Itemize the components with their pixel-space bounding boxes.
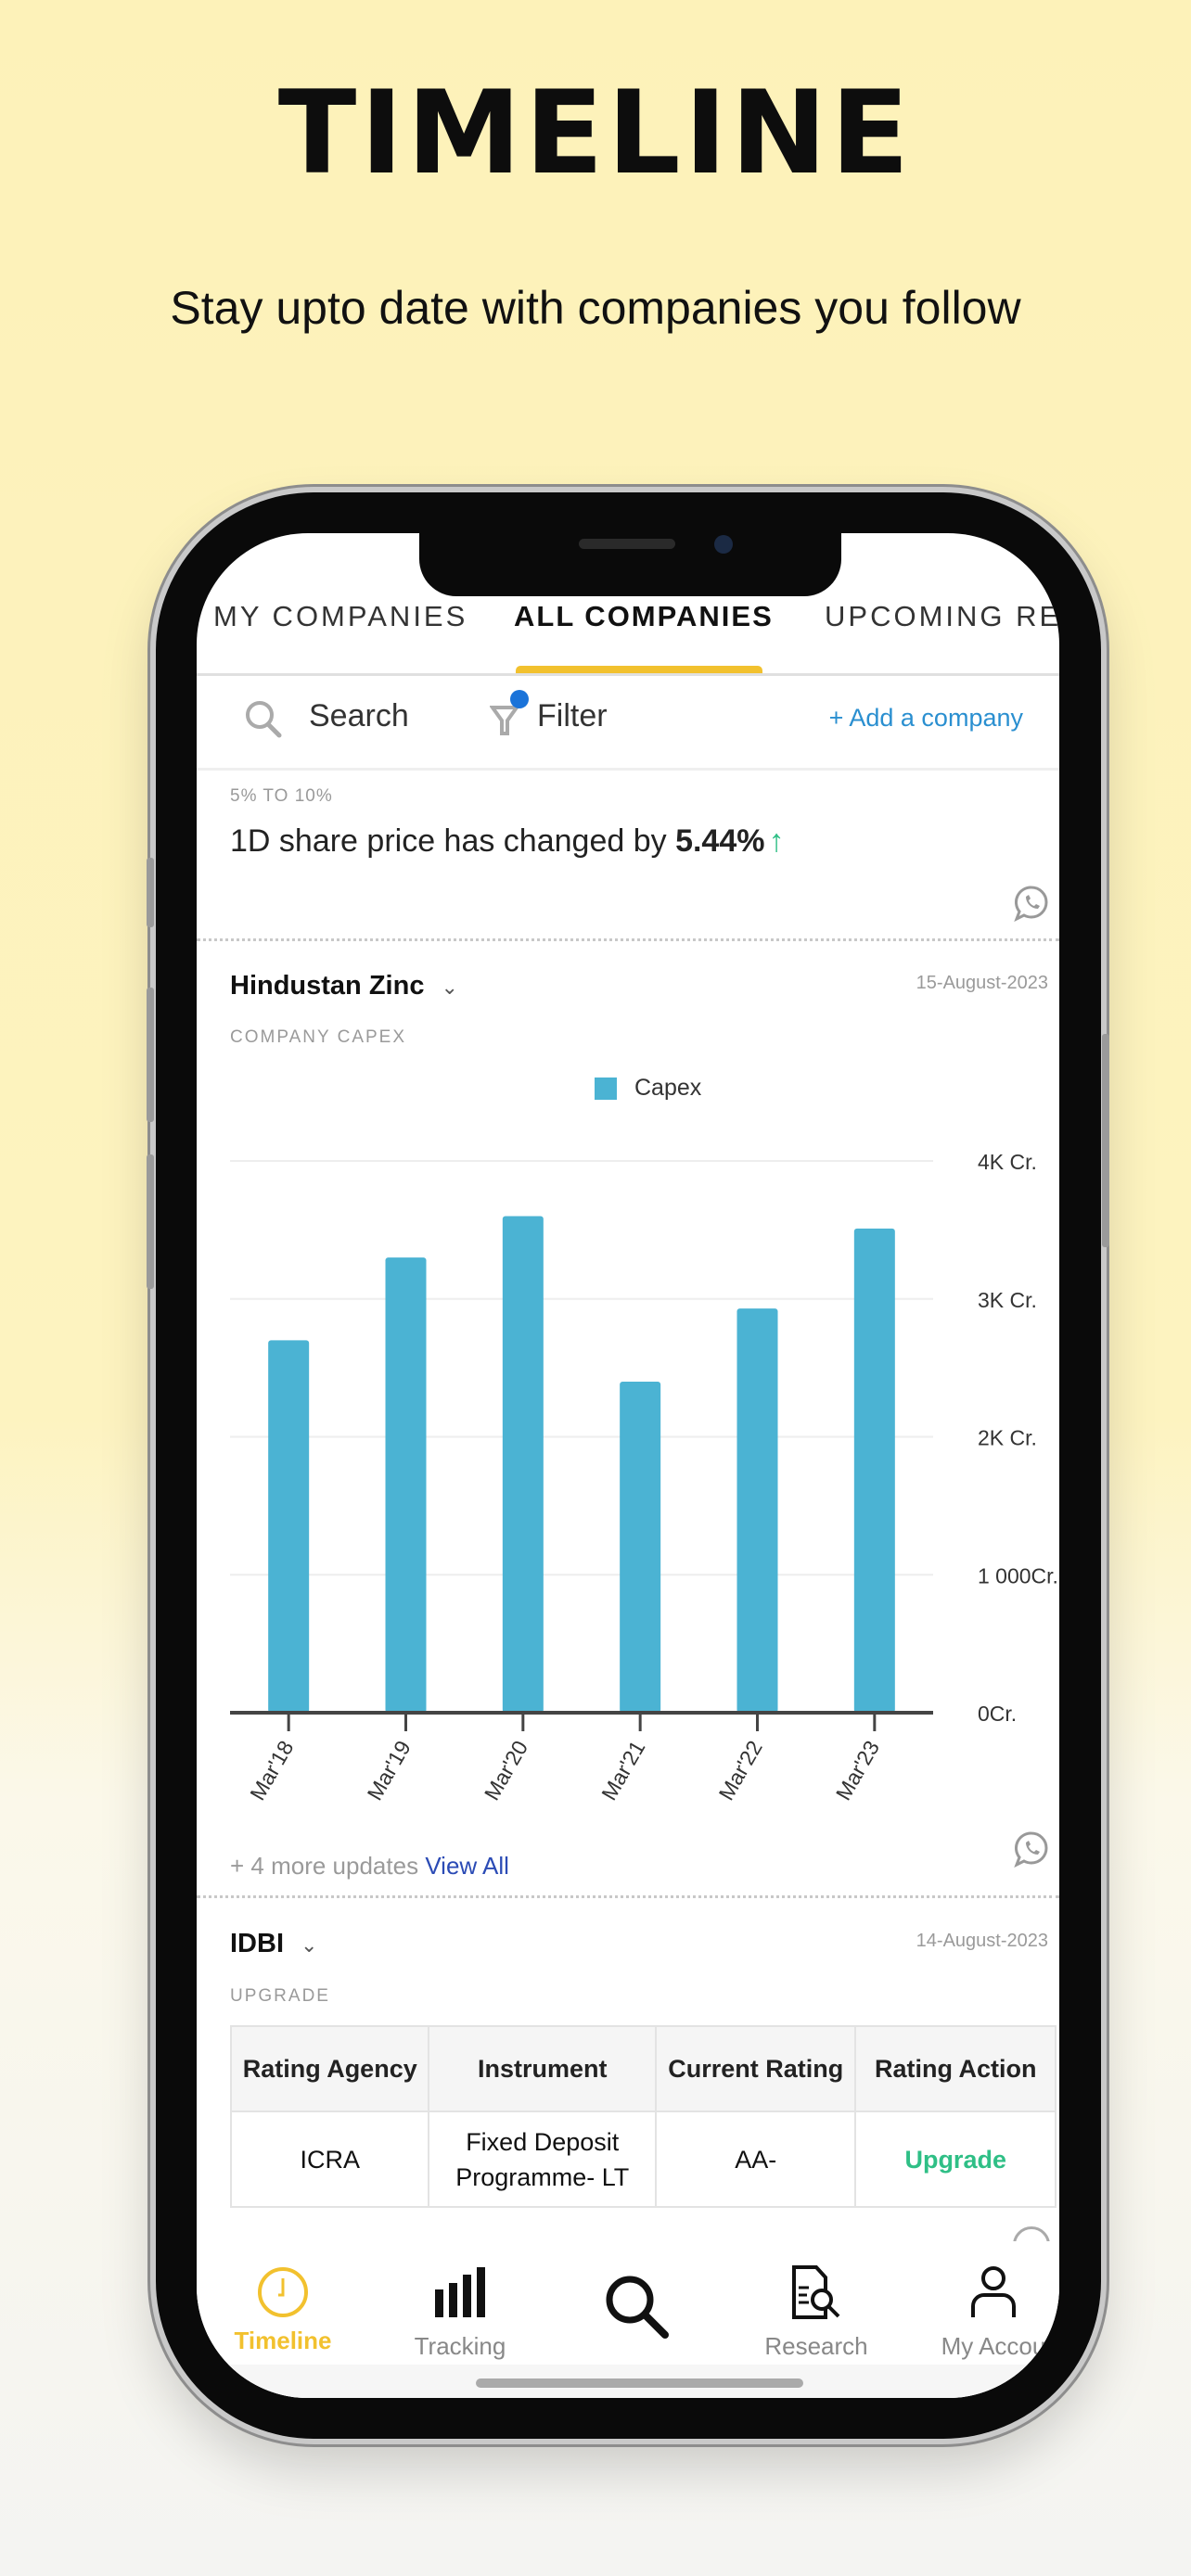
x-tick-label: Mar'23 [831, 1737, 884, 1804]
y-tick-label: 4K Cr. [978, 1150, 1037, 1174]
price-change-description: 1D share price has changed by [230, 823, 676, 859]
table-row: ICRA Fixed Deposit Programme- LT AA- Upg… [229, 2111, 1057, 2208]
nav-search[interactable] [549, 2272, 725, 2347]
search-icon[interactable] [243, 698, 284, 739]
phone-power-button [1102, 1034, 1109, 1247]
x-tick-label: Mar'21 [596, 1737, 649, 1804]
price-change-text: 1D share price has changed by 5.44% ↑ [230, 823, 784, 860]
search-button[interactable]: Search [309, 698, 409, 734]
tab-all-companies[interactable]: ALL COMPANIES [514, 600, 774, 633]
price-range-label: 5% TO 10% [230, 786, 333, 806]
more-updates-text: + 4 more updates [230, 1852, 426, 1880]
column-header: Instrument [428, 2025, 658, 2112]
bar [268, 1340, 310, 1713]
capex-bar-chart: 0Cr. 1 000Cr. 2K Cr. 3K Cr. 4K Cr. Mar'18 Mar'… [230, 1150, 1058, 1804]
tab-my-companies[interactable]: MY COMPANIES [213, 600, 467, 633]
y-tick-label: 2K Cr. [978, 1426, 1037, 1450]
legend-swatch [595, 1078, 617, 1100]
card-divider [197, 938, 1059, 941]
nav-timeline[interactable]: Timeline [197, 2264, 371, 2355]
card-divider [197, 1895, 1059, 1898]
table-header-row: Rating Agency Instrument Current Rating … [229, 2025, 1057, 2112]
bar-chart-icon [435, 2267, 485, 2317]
company-name-idbi[interactable]: IDBI ⌄ [230, 1929, 317, 1959]
whatsapp-icon[interactable] [1013, 1830, 1050, 1868]
phone-notch [419, 533, 841, 596]
tab-upcoming-results[interactable]: UPCOMING RE [825, 600, 1059, 633]
tabs-divider [197, 673, 1059, 676]
whatsapp-icon[interactable] [1013, 885, 1050, 923]
legend-label: Capex [634, 1075, 702, 1101]
update-category: COMPANY CAPEX [230, 1027, 407, 1047]
price-change-value: 5.44% [675, 823, 765, 859]
current-rating-cell: AA- [655, 2111, 857, 2208]
phone-volume-down-button [147, 1154, 154, 1289]
x-tick-label: Mar'20 [480, 1737, 532, 1804]
y-tick-label: 0Cr. [978, 1702, 1017, 1726]
x-tick-label: Mar'19 [363, 1737, 416, 1804]
filter-button[interactable]: Filter [537, 698, 608, 734]
column-header: Current Rating [655, 2025, 857, 2112]
column-header: Rating Agency [229, 2025, 430, 2112]
toolbar-divider [197, 768, 1059, 771]
promo-subtitle: Stay upto date with companies you follow [170, 282, 1021, 334]
filter-icon[interactable] [489, 689, 536, 737]
bar [385, 1257, 427, 1713]
bar [736, 1308, 778, 1713]
search-icon [606, 2276, 669, 2339]
company-name-hindustan-zinc[interactable]: Hindustan Zinc ⌄ [230, 971, 458, 1001]
chevron-down-icon[interactable]: ⌄ [441, 976, 457, 999]
bar [620, 1382, 661, 1713]
company-name: IDBI [230, 1929, 284, 1958]
x-tick-label: Mar'22 [714, 1737, 767, 1804]
clock-icon [258, 2267, 308, 2317]
nav-label: Tracking [414, 2332, 506, 2360]
more-updates: + 4 more updates View All [230, 1852, 509, 1881]
update-date: 14-August-2023 [916, 1931, 1048, 1951]
user-icon [971, 2266, 1016, 2317]
add-company-link[interactable]: + Add a company [829, 704, 1023, 733]
chevron-down-icon[interactable]: ⌄ [301, 1933, 317, 1957]
rating-action-cell: Upgrade [854, 2111, 1057, 2208]
bar [502, 1216, 544, 1713]
y-tick-label: 1 000Cr. [978, 1563, 1058, 1588]
home-indicator [476, 2378, 803, 2388]
x-tick-label: Mar'18 [245, 1737, 298, 1804]
update-category: UPGRADE [230, 1986, 330, 2006]
nav-tracking[interactable]: Tracking [372, 2264, 548, 2361]
app-screen: MY COMPANIES ALL COMPANIES UPCOMING RE S… [197, 533, 1059, 2398]
instrument-cell: Fixed Deposit Programme- LT [428, 2111, 658, 2208]
view-all-link[interactable]: View All [425, 1852, 509, 1880]
promo-title: TIMELINE [277, 67, 914, 200]
research-document-icon [792, 2265, 840, 2319]
nav-label: Timeline [234, 2327, 332, 2354]
arrow-up-icon: ↑ [768, 823, 785, 859]
update-date: 15-August-2023 [916, 973, 1048, 993]
company-name: Hindustan Zinc [230, 971, 425, 1001]
bar [853, 1228, 895, 1713]
nav-label: My Accou [941, 2332, 1046, 2360]
rating-table: Rating Agency Instrument Current Rating … [229, 2025, 1057, 2208]
phone-volume-up-button [147, 988, 154, 1122]
nav-research[interactable]: Research [728, 2264, 904, 2361]
column-header: Rating Action [854, 2025, 1057, 2112]
rating-agency-cell: ICRA [229, 2111, 430, 2208]
nav-label: Research [764, 2332, 868, 2360]
nav-my-account[interactable]: My Accou [905, 2264, 1059, 2361]
phone-mute-button [147, 858, 154, 927]
y-tick-label: 3K Cr. [978, 1288, 1037, 1312]
